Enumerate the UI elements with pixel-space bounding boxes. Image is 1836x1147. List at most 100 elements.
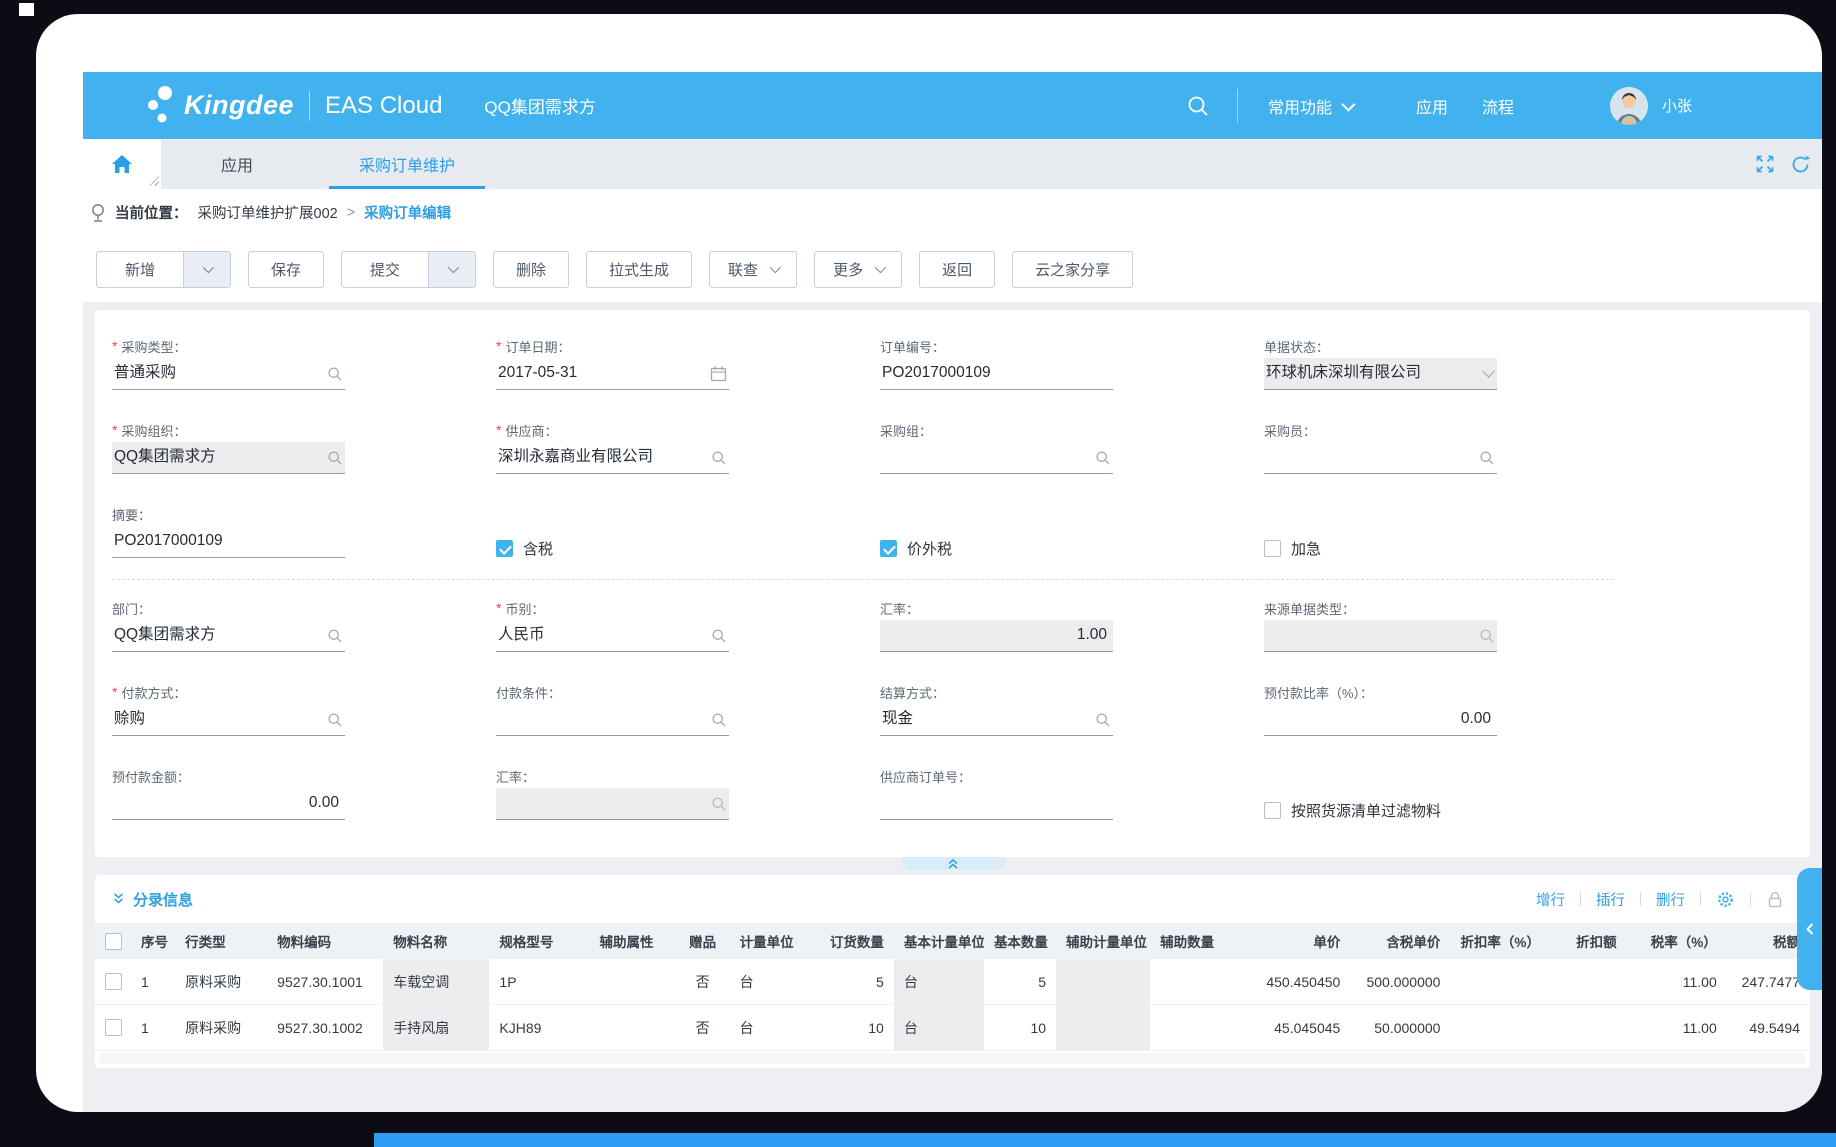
select-all-checkbox[interactable] xyxy=(95,923,131,959)
entries-section-toggle[interactable]: 分录信息 xyxy=(112,889,193,910)
cell-order-qty[interactable]: 10 xyxy=(810,1005,894,1051)
cell-base-unit[interactable]: 台 xyxy=(894,1005,984,1051)
tax-included-checkbox[interactable]: 含税 xyxy=(496,538,863,559)
cell-row-type[interactable]: 原料采购 xyxy=(175,959,267,1005)
cell-tax-rate[interactable]: 11.00 xyxy=(1627,1005,1727,1051)
purchase-group-input[interactable] xyxy=(880,442,1113,474)
cell-material-code[interactable]: 9527.30.1001 xyxy=(267,959,383,1005)
col-header[interactable]: 计量单位 xyxy=(730,923,810,959)
table-row[interactable]: 1 原料采购 9527.30.1002 手持风扇 KJH89 否 台 10 台 xyxy=(95,1005,1810,1051)
cell-discount-rate[interactable] xyxy=(1450,959,1544,1005)
col-header[interactable]: 订货数量 xyxy=(810,923,894,959)
doc-status-select[interactable]: 环球机床深圳有限公司 xyxy=(1264,358,1497,390)
col-header[interactable]: 赠品 xyxy=(676,923,730,959)
linked-query-button[interactable]: 联查 xyxy=(709,251,797,288)
cell-spec-model[interactable]: 1P xyxy=(489,959,589,1005)
cell-tax-price[interactable]: 500.000000 xyxy=(1350,959,1450,1005)
horizontal-scrollbar[interactable] xyxy=(99,1053,1806,1064)
cell-aux-unit[interactable] xyxy=(1056,959,1150,1005)
col-header[interactable]: 含税单价 xyxy=(1350,923,1450,959)
cell-aux-unit[interactable] xyxy=(1056,1005,1150,1051)
cell-base-unit[interactable]: 台 xyxy=(894,959,984,1005)
payment-method-input[interactable]: 赊购 xyxy=(112,704,345,736)
fullscreen-button[interactable] xyxy=(1754,153,1776,175)
cell-unit-price[interactable]: 45.045045 xyxy=(1230,1005,1350,1051)
cell-unit[interactable]: 台 xyxy=(730,959,810,1005)
cell-aux-qty[interactable] xyxy=(1150,1005,1230,1051)
back-button[interactable]: 返回 xyxy=(919,251,995,288)
search-icon[interactable] xyxy=(1095,450,1111,466)
save-button[interactable]: 保存 xyxy=(248,251,324,288)
submit-button[interactable]: 提交 xyxy=(341,251,476,288)
menu-workflow[interactable]: 流程 xyxy=(1482,94,1514,118)
cell-base-qty[interactable]: 10 xyxy=(984,1005,1056,1051)
cell-row-type[interactable]: 原料采购 xyxy=(175,1005,267,1051)
search-icon[interactable] xyxy=(1095,712,1111,728)
summary-input[interactable]: PO2017000109 xyxy=(112,526,345,558)
search-icon[interactable] xyxy=(327,450,343,466)
more-button[interactable]: 更多 xyxy=(814,251,902,288)
table-row[interactable]: 1 原料采购 9527.30.1001 车载空调 1P 否 台 5 台 5 xyxy=(95,959,1810,1005)
cell-discount-amount[interactable] xyxy=(1545,1005,1627,1051)
col-header[interactable]: 物料名称 xyxy=(383,923,489,959)
menu-frequent-functions[interactable]: 常用功能 xyxy=(1268,94,1352,118)
search-icon[interactable] xyxy=(1479,450,1495,466)
cell-tax-amount[interactable]: 49.5494 xyxy=(1727,1005,1810,1051)
cell-tax-price[interactable]: 50.000000 xyxy=(1350,1005,1450,1051)
refresh-button[interactable] xyxy=(1789,153,1812,176)
urgent-checkbox[interactable]: 加急 xyxy=(1264,538,1631,559)
prepay-amount-input[interactable]: 0.00 xyxy=(112,788,345,820)
tab-applications[interactable]: 应用 xyxy=(161,139,313,189)
order-no-input[interactable]: PO2017000109 xyxy=(880,358,1113,390)
pull-generate-button[interactable]: 拉式生成 xyxy=(586,251,692,288)
cell-seq[interactable]: 1 xyxy=(131,959,175,1005)
col-header[interactable]: 折扣率（%） xyxy=(1450,923,1544,959)
cell-unit-price[interactable]: 450.450450 xyxy=(1230,959,1350,1005)
add-dropdown-button[interactable] xyxy=(183,252,230,287)
search-icon[interactable] xyxy=(711,628,727,644)
submit-dropdown-button[interactable] xyxy=(428,252,475,287)
cell-base-qty[interactable]: 5 xyxy=(984,959,1056,1005)
cell-discount-rate[interactable] xyxy=(1450,1005,1544,1051)
collapse-form-handle[interactable] xyxy=(901,857,1005,870)
grid-settings-button[interactable] xyxy=(1716,890,1735,909)
search-icon[interactable] xyxy=(327,628,343,644)
tab-purchase-order-maintenance[interactable]: 采购订单维护 xyxy=(313,139,501,189)
col-header[interactable]: 辅助属性 xyxy=(590,923,676,959)
cell-seq[interactable]: 1 xyxy=(131,1005,175,1051)
menu-applications[interactable]: 应用 xyxy=(1416,94,1448,118)
add-row-button[interactable]: 增行 xyxy=(1536,889,1565,910)
payment-terms-input[interactable] xyxy=(496,704,729,736)
delete-button[interactable]: 删除 xyxy=(493,251,569,288)
col-header[interactable]: 行类型 xyxy=(175,923,267,959)
supplier-input[interactable]: 深圳永嘉商业有限公司 xyxy=(496,442,729,474)
cell-tax-rate[interactable]: 11.00 xyxy=(1627,959,1727,1005)
cell-material-name[interactable]: 手持风扇 xyxy=(383,1005,489,1051)
col-header[interactable]: 单价 xyxy=(1230,923,1350,959)
purchase-type-input[interactable]: 普通采购 xyxy=(112,358,345,390)
right-flyout-handle[interactable] xyxy=(1797,868,1822,990)
header-search-button[interactable] xyxy=(1185,93,1211,119)
insert-row-button[interactable]: 插行 xyxy=(1596,889,1625,910)
col-header[interactable]: 基本计量单位 xyxy=(894,923,984,959)
col-header[interactable]: 序号 xyxy=(131,923,175,959)
lock-button[interactable] xyxy=(1766,890,1784,909)
col-header[interactable]: 折扣额 xyxy=(1545,923,1627,959)
row-checkbox[interactable] xyxy=(95,1005,131,1051)
cell-gift[interactable]: 否 xyxy=(676,1005,730,1051)
purchase-org-input[interactable]: QQ集团需求方 xyxy=(112,442,345,474)
cell-aux-attr[interactable] xyxy=(590,959,676,1005)
settlement-method-input[interactable]: 现金 xyxy=(880,704,1113,736)
col-header[interactable]: 辅助计量单位 xyxy=(1056,923,1150,959)
row-checkbox[interactable] xyxy=(95,959,131,1005)
search-icon[interactable] xyxy=(327,366,343,382)
filter-by-source-list-checkbox[interactable]: 按照货源清单过滤物料 xyxy=(1264,800,1631,821)
cell-unit[interactable]: 台 xyxy=(730,1005,810,1051)
extra-tax-checkbox[interactable]: 价外税 xyxy=(880,538,1247,559)
cell-spec-model[interactable]: KJH89 xyxy=(489,1005,589,1051)
tab-home[interactable] xyxy=(83,139,161,189)
col-header[interactable]: 物料编码 xyxy=(267,923,383,959)
col-header[interactable]: 税率（%） xyxy=(1627,923,1727,959)
user-avatar[interactable] xyxy=(1610,87,1648,125)
col-header[interactable]: 规格型号 xyxy=(489,923,589,959)
